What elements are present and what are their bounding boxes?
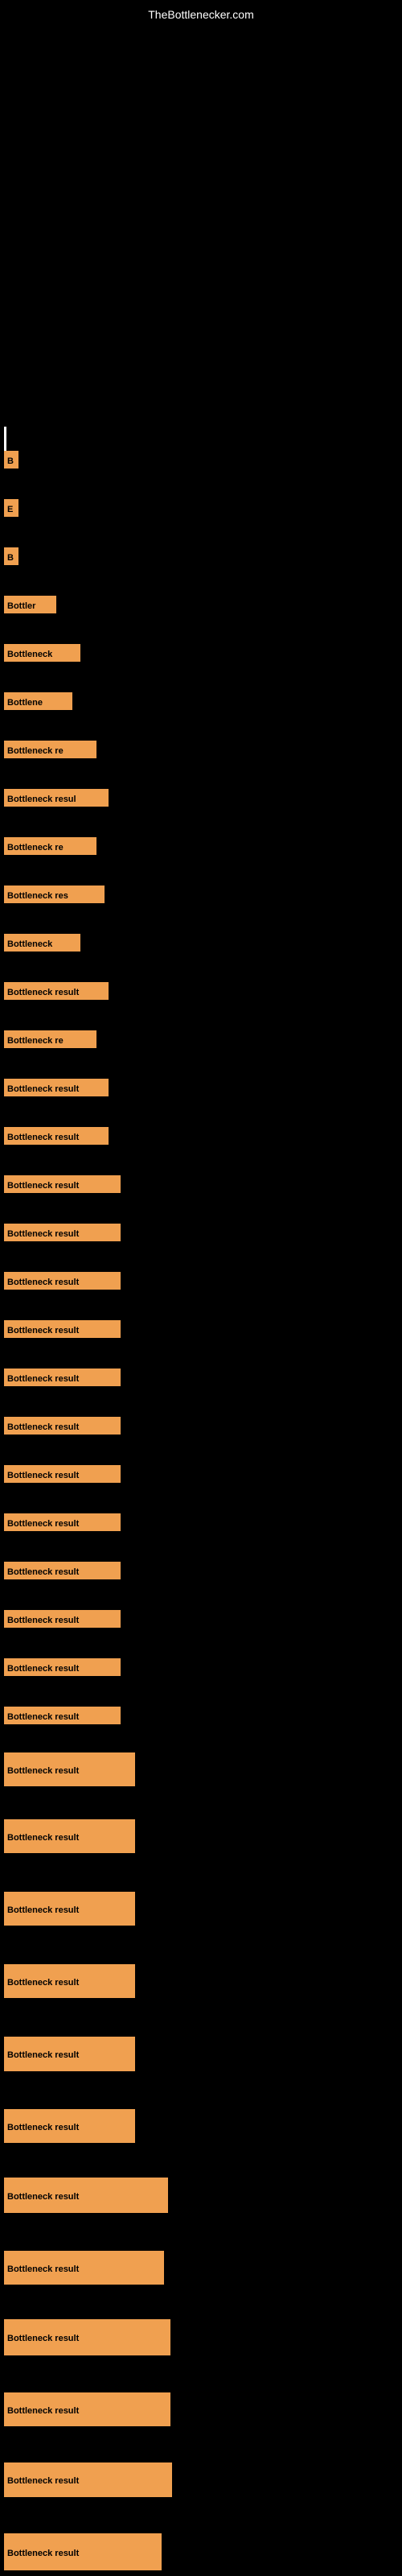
site-title: TheBottlenecker.com — [148, 8, 254, 21]
bottleneck-result-23: Bottleneck result — [4, 1562, 121, 1579]
bottleneck-result-2: B — [4, 547, 18, 565]
bottleneck-result-7: Bottleneck resul — [4, 789, 109, 807]
bottleneck-result-29: Bottleneck result — [4, 1892, 135, 1926]
bottleneck-result-37: Bottleneck result — [4, 2462, 172, 2497]
bottleneck-result-1: E — [4, 499, 18, 517]
bottleneck-result-19: Bottleneck result — [4, 1368, 121, 1386]
bottleneck-result-18: Bottleneck result — [4, 1320, 121, 1338]
bottleneck-result-17: Bottleneck result — [4, 1272, 121, 1290]
bottleneck-result-22: Bottleneck result — [4, 1513, 121, 1531]
bottleneck-result-14: Bottleneck result — [4, 1127, 109, 1145]
bottleneck-result-6: Bottleneck re — [4, 741, 96, 758]
bottleneck-result-0: B — [4, 451, 18, 469]
bottleneck-result-13: Bottleneck result — [4, 1079, 109, 1096]
bottleneck-result-26: Bottleneck result — [4, 1707, 121, 1724]
bottleneck-result-36: Bottleneck result — [4, 2392, 170, 2426]
bottleneck-result-20: Bottleneck result — [4, 1417, 121, 1435]
bottleneck-result-35: Bottleneck result — [4, 2319, 170, 2355]
bottleneck-result-16: Bottleneck result — [4, 1224, 121, 1241]
bottleneck-result-11: Bottleneck result — [4, 982, 109, 1000]
bottleneck-result-21: Bottleneck result — [4, 1465, 121, 1483]
bottleneck-result-33: Bottleneck result — [4, 2178, 168, 2213]
bottleneck-result-15: Bottleneck result — [4, 1175, 121, 1193]
bottleneck-result-8: Bottleneck re — [4, 837, 96, 855]
bottleneck-result-31: Bottleneck result — [4, 2037, 135, 2071]
bottleneck-result-32: Bottleneck result — [4, 2109, 135, 2143]
bottleneck-result-38: Bottleneck result — [4, 2533, 162, 2570]
bottleneck-result-30: Bottleneck result — [4, 1964, 135, 1998]
bottleneck-result-24: Bottleneck result — [4, 1610, 121, 1628]
bottleneck-result-28: Bottleneck result — [4, 1819, 135, 1853]
bottleneck-result-4: Bottleneck — [4, 644, 80, 662]
bottleneck-result-12: Bottleneck re — [4, 1030, 96, 1048]
cursor-bar — [4, 427, 6, 451]
bottleneck-result-34: Bottleneck result — [4, 2251, 164, 2285]
bottleneck-result-5: Bottlene — [4, 692, 72, 710]
bottleneck-result-27: Bottleneck result — [4, 1752, 135, 1786]
bottleneck-result-25: Bottleneck result — [4, 1658, 121, 1676]
bottleneck-result-3: Bottler — [4, 596, 56, 613]
bottleneck-result-9: Bottleneck res — [4, 886, 105, 903]
bottleneck-result-10: Bottleneck — [4, 934, 80, 952]
